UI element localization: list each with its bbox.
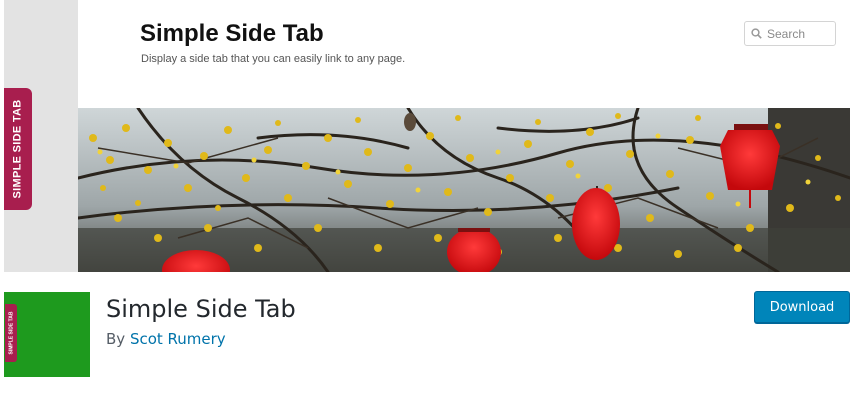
search-box[interactable]	[744, 21, 836, 46]
site-title: Simple Side Tab	[140, 20, 324, 47]
by-label: By	[106, 330, 126, 348]
plugin-icon: SIMPLE SIDE TAB	[4, 292, 90, 377]
author-link[interactable]: Scot Rumery	[130, 330, 226, 348]
plugin-banner: SIMPLE SIDE TAB Simple Side Tab Display …	[4, 0, 850, 272]
download-button[interactable]: Download	[754, 291, 850, 323]
banner-photo	[78, 108, 850, 272]
plugin-icon-tab-label: SIMPLE SIDE TAB	[8, 311, 14, 355]
search-icon	[751, 28, 762, 39]
side-tab[interactable]: SIMPLE SIDE TAB	[4, 88, 32, 210]
plugin-author: By Scot Rumery	[106, 330, 226, 348]
site-tagline: Display a side tab that you can easily l…	[141, 53, 406, 65]
plugin-icon-tab: SIMPLE SIDE TAB	[5, 304, 17, 362]
side-tab-label: SIMPLE SIDE TAB	[12, 99, 24, 199]
plugin-title: Simple Side Tab	[106, 295, 296, 323]
search-input[interactable]	[767, 26, 827, 41]
